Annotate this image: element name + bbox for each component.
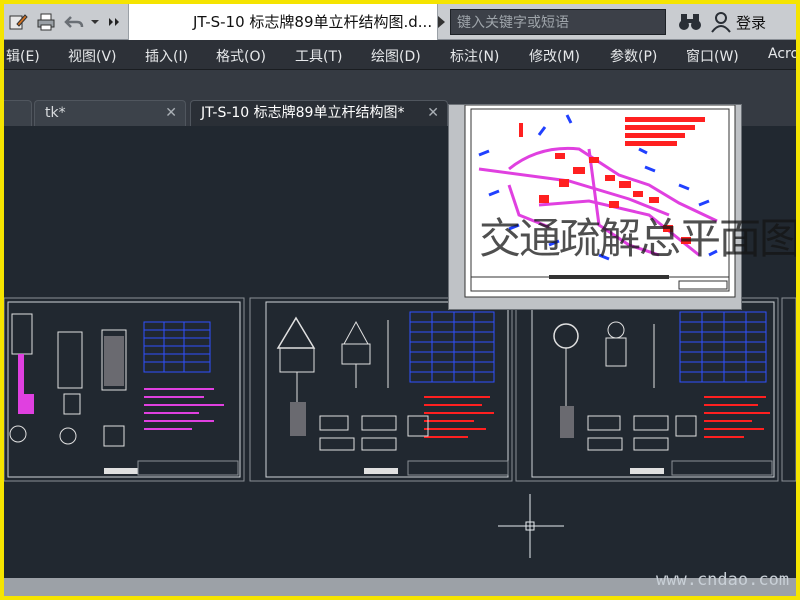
edit-icon[interactable] bbox=[6, 10, 30, 34]
title-expand-arrow-icon[interactable] bbox=[438, 16, 445, 28]
tab-label: tk* bbox=[45, 105, 66, 121]
app-window: JT-S-10 标志牌89单立杆结构图.d... 登录 辑(E) 视图(V) 插… bbox=[4, 4, 796, 596]
tab-label: JT-S-10 标志牌89单立杆结构图* bbox=[201, 105, 405, 121]
undo-icon[interactable] bbox=[62, 10, 86, 34]
print-icon[interactable] bbox=[34, 10, 58, 34]
preview-caption: 交通疏解总平面图 bbox=[479, 214, 796, 263]
menu-dimension[interactable]: 标注(N) bbox=[450, 46, 499, 66]
title-bar: JT-S-10 标志牌89单立杆结构图.d... 登录 bbox=[4, 4, 796, 40]
menu-insert[interactable]: 插入(I) bbox=[145, 46, 188, 66]
menu-window[interactable]: 窗口(W) bbox=[686, 46, 739, 66]
menu-bar: 辑(E) 视图(V) 插入(I) 格式(O) 工具(T) 绘图(D) 标注(N)… bbox=[4, 40, 796, 70]
menu-acrobat[interactable]: Acro bbox=[768, 46, 796, 62]
document-title: JT-S-10 标志牌89单立杆结构图.d... bbox=[128, 4, 438, 40]
menu-tools[interactable]: 工具(T) bbox=[295, 46, 342, 66]
undo-dropdown-icon[interactable] bbox=[88, 10, 102, 34]
tab-active-drawing[interactable]: JT-S-10 标志牌89单立杆结构图* ✕ bbox=[190, 100, 448, 126]
tab-tk[interactable]: tk* ✕ bbox=[34, 100, 186, 126]
drawing-preview-thumbnail[interactable]: 交通疏解总平面图 bbox=[448, 104, 796, 310]
crosshair-cursor bbox=[498, 494, 564, 558]
user-icon[interactable] bbox=[710, 11, 732, 33]
menu-format[interactable]: 格式(O) bbox=[216, 46, 266, 66]
sheet-4-edge bbox=[781, 297, 796, 482]
tab-hidden[interactable] bbox=[4, 100, 32, 126]
search-input[interactable] bbox=[450, 9, 666, 35]
sheet-1 bbox=[4, 297, 245, 482]
menu-parametric[interactable]: 参数(P) bbox=[610, 46, 657, 66]
sheet-3 bbox=[515, 297, 779, 482]
close-icon[interactable]: ✕ bbox=[427, 101, 439, 125]
menu-draw[interactable]: 绘图(D) bbox=[371, 46, 421, 66]
more-tools-icon[interactable] bbox=[106, 10, 124, 34]
login-button[interactable]: 登录 bbox=[736, 12, 766, 33]
menu-edit[interactable]: 辑(E) bbox=[6, 46, 40, 66]
menu-view[interactable]: 视图(V) bbox=[68, 46, 117, 66]
sheet-2 bbox=[249, 297, 513, 482]
menu-modify[interactable]: 修改(M) bbox=[529, 46, 580, 66]
watermark-text: www.cndao.com bbox=[656, 570, 790, 590]
close-icon[interactable]: ✕ bbox=[165, 101, 177, 125]
binoculars-icon[interactable] bbox=[678, 12, 702, 32]
